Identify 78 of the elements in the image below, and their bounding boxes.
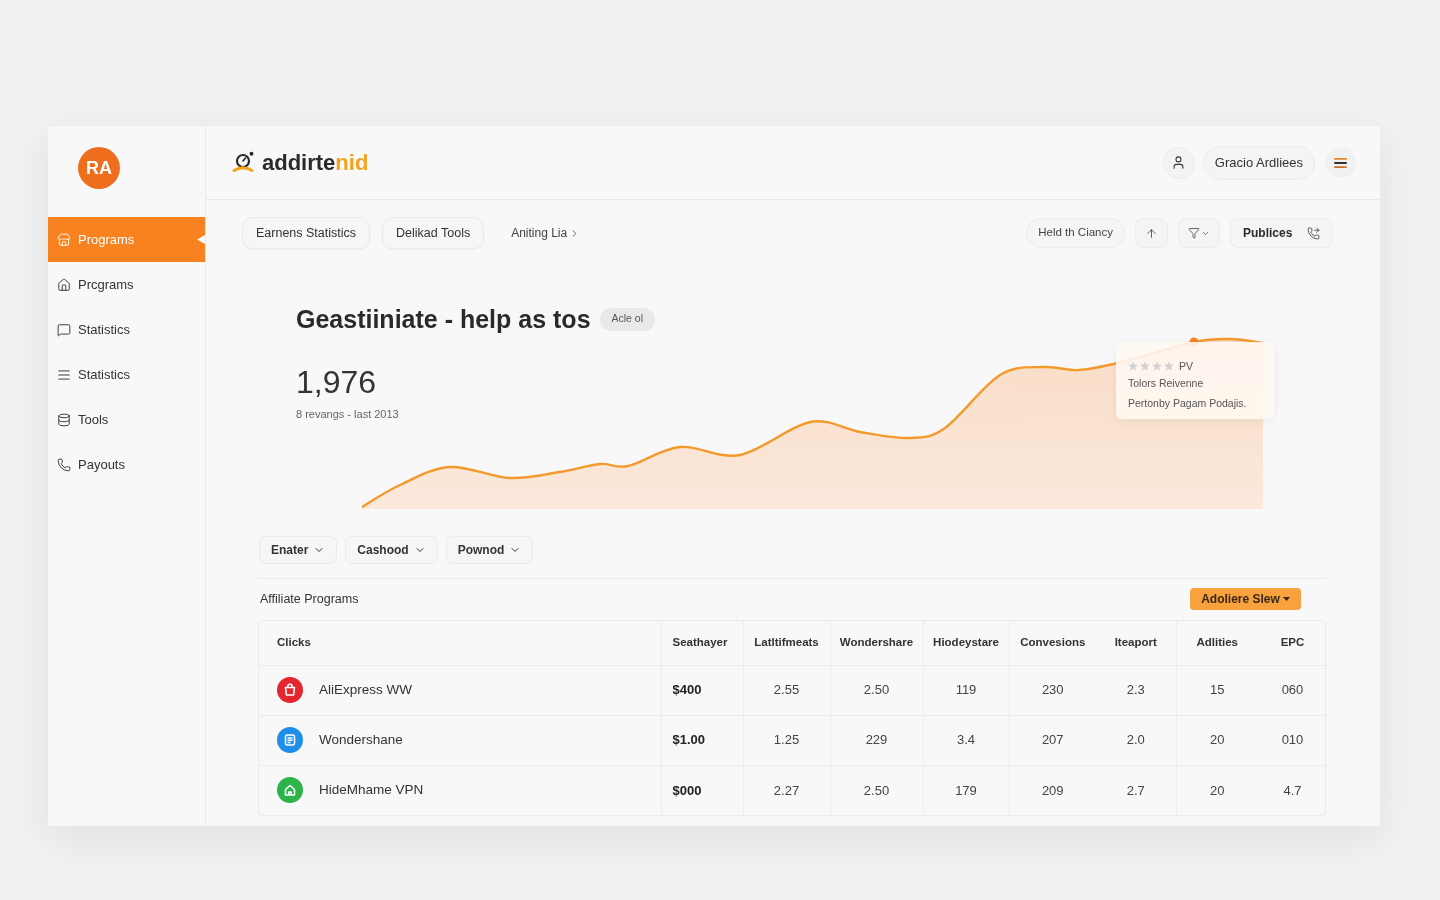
table-cell: 3.4 [923,715,1009,765]
total-value: 1,976 [296,364,377,400]
filter-pill[interactable]: Held th Ciancy [1026,218,1125,248]
sidebar-item[interactable]: Payouts [48,442,205,487]
section-title: Affiliate Programs [260,590,359,608]
phone-icon [1307,226,1320,240]
table-cell: 2.50 [830,665,923,715]
star-icon [1152,361,1162,371]
store-icon [57,232,71,247]
table-cell: 2.27 [743,765,830,815]
column-header: Latltifmeats [743,621,830,665]
value-caption: 8 revangs - last 2013 [296,407,399,421]
table-cell: 2.7 [1096,765,1176,815]
table-cell: 20 [1176,715,1258,765]
toolbar-button[interactable]: Delikad Tools [382,217,485,249]
list-icon [57,367,71,382]
star-icon [1140,361,1150,371]
table-cell: 209 [1009,765,1096,815]
table-cell: 2.0 [1096,715,1176,765]
filter-dropdown[interactable]: Cashood [345,536,438,564]
tooltip-tag: PV [1179,360,1193,372]
menu-button[interactable] [1325,147,1356,178]
user-name-pill[interactable]: Gracio Ardliees [1202,145,1315,180]
program-name: Wondershane [319,730,403,749]
menu-icon [1334,157,1347,168]
table-cell: 2.55 [743,665,830,715]
message-icon [57,322,71,337]
column-header: Clicks [259,621,661,665]
filter-icon [1188,227,1200,239]
star-icon [1128,361,1138,371]
caret-icon [1282,597,1290,601]
column-header: EPC [1258,621,1327,665]
database-icon [57,412,71,427]
table-cell: 229 [830,715,923,765]
publish-button[interactable]: Publices [1230,218,1333,248]
column-header: Adlities [1176,621,1258,665]
toolbar-link[interactable]: Aniting Lia [511,224,581,242]
table-cell: $400 [661,665,743,715]
table-cell: 119 [923,665,1009,715]
view-dropdown-button[interactable]: Adoliere Slew [1190,588,1301,610]
user-icon [1171,155,1187,170]
table-cell: 20 [1176,765,1258,815]
table-cell: $1.00 [661,715,743,765]
program-name: AliExpress WW [319,680,412,699]
home-icon [57,277,71,292]
column-header: Wondershare [830,621,923,665]
tooltip-label: Pertonby Pagam Podajis. [1128,397,1248,410]
column-header: Convesions [1009,621,1096,665]
logo-wordmark: addirtenid [262,151,369,174]
table-cell: 2.50 [830,765,923,815]
table-cell: 2.3 [1096,665,1176,715]
table-cell: 4.7 [1258,765,1327,815]
star-icon [1164,361,1174,371]
sidebar-item[interactable]: Statistics [48,307,205,352]
table-cell: $000 [661,765,743,815]
column-header: Iteaport [1096,621,1176,665]
title-tag: Acle ol [599,307,656,331]
table-cell: 1.25 [743,715,830,765]
filter-dropdown[interactable]: Pownod [445,536,534,564]
sidebar-item[interactable]: Prcgrams [48,262,205,307]
logo-icon [232,150,256,175]
chart-title: Geastiiniate - help as tos [296,305,591,333]
column-header: Hiodeystare [923,621,1009,665]
table-cell: 010 [1258,715,1327,765]
table-cell: 179 [923,765,1009,815]
table-cell: 15 [1176,665,1258,715]
program-name: HideMhame VPN [319,781,424,800]
phone-icon [57,457,71,472]
sidebar-item[interactable]: Statistics [48,352,205,397]
sidebar-item[interactable]: Tools [48,397,205,442]
arrow-up-icon [1145,226,1158,240]
column-header: Seathayer [661,621,743,665]
toolbar-button[interactable]: Earnens Statistics [242,217,371,249]
table-cell: 060 [1258,665,1327,715]
tooltip-label: Tolors Reivenne [1128,377,1205,390]
table-cell: 207 [1009,715,1096,765]
filter-dropdown[interactable]: Enater [259,536,338,564]
table-cell: 230 [1009,665,1096,715]
